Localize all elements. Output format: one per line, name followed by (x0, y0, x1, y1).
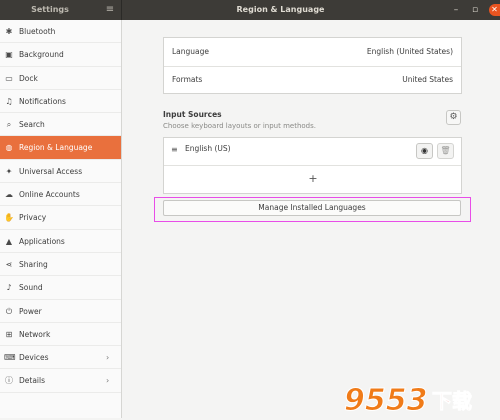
remove-source-button[interactable]: 🗑 (437, 143, 454, 159)
background-icon: ▣ (5, 50, 13, 60)
sidebar-item-network[interactable]: ⊞ Network (0, 323, 121, 347)
music-note-icon: ♪ (6, 283, 12, 293)
sidebar-item-background[interactable]: ▣ Background (0, 43, 121, 67)
sidebar-item-universal-access[interactable]: ✦ Universal Access (0, 160, 121, 184)
svg-text:下载: 下载 (432, 389, 472, 413)
maximize-icon[interactable]: ▫ (468, 3, 482, 17)
sidebar-item-label: Applications (19, 236, 65, 246)
dock-icon: ▭ (5, 73, 13, 83)
gear-icon: ⚙ (449, 112, 458, 122)
network-icon: ⊞ (5, 329, 13, 339)
sidebar-item-label: Power (19, 306, 42, 316)
sidebar-item-label: Details (19, 376, 46, 386)
sidebar-item-label: Notifications (19, 96, 66, 106)
language-label: Language (172, 47, 210, 56)
language-row[interactable]: Language English (United States) (164, 38, 461, 66)
svg-text:9553: 9553 (344, 383, 428, 418)
sidebar-item-online-accounts[interactable]: ☁ Online Accounts (0, 183, 121, 207)
add-input-source-button[interactable]: + (306, 172, 320, 186)
globe-icon: ◍ (5, 143, 13, 153)
sidebar-item-label: Bluetooth (19, 27, 56, 36)
eye-icon: ◉ (421, 146, 428, 155)
sidebar-item-label: Privacy (19, 213, 47, 223)
sidebar-item-label: Sharing (19, 259, 48, 269)
sidebar: ✱ Bluetooth ▣ Background ▭ Dock ♫ Notifi… (0, 20, 122, 418)
sidebar-item-label: Region & Language (19, 143, 93, 153)
input-sources-subtitle: Choose keyboard layouts or input methods… (163, 122, 316, 130)
formats-row[interactable]: Formats United States (164, 66, 461, 94)
input-sources-options-button[interactable]: ⚙ (446, 110, 461, 125)
sidebar-header: Settings ≡ (0, 0, 122, 20)
chevron-right-icon: › (106, 353, 110, 363)
sidebar-item-label: Sound (19, 283, 43, 293)
info-icon: ⓘ (5, 376, 13, 386)
sidebar-item-region-language[interactable]: ◍ Region & Language (0, 136, 121, 160)
sidebar-item-label: Search (19, 120, 45, 130)
trash-icon: 🗑 (440, 146, 451, 155)
sidebar-item-privacy[interactable]: ✋ Privacy (0, 206, 121, 230)
sidebar-item-sound[interactable]: ♪ Sound (0, 276, 121, 300)
power-icon: ⏻ (5, 306, 13, 316)
bell-icon: ♫ (5, 96, 13, 106)
chevron-right-icon: › (106, 376, 110, 386)
devices-icon: ⌨ (4, 353, 16, 363)
sidebar-item-label: Network (19, 329, 51, 339)
divider (164, 165, 461, 166)
sidebar-item-applications[interactable]: ▲ Applications (0, 230, 121, 253)
input-source-item[interactable]: English (US) (185, 144, 231, 153)
sidebar-item-label: Online Accounts (19, 190, 80, 200)
sidebar-item-label: Universal Access (19, 166, 83, 176)
close-icon[interactable]: ✕ (489, 4, 500, 16)
sidebar-item-label: Background (19, 50, 64, 60)
title-bar: Settings ≡ Region & Language – ▫ ✕ (0, 0, 500, 20)
drag-handle-icon[interactable]: ≡ (171, 145, 178, 154)
sidebar-item-power[interactable]: ⏻ Power (0, 300, 121, 323)
sidebar-item-sharing[interactable]: ⋖ Sharing (0, 253, 121, 277)
sidebar-item-notifications[interactable]: ♫ Notifications (0, 90, 121, 114)
share-icon: ⋖ (5, 259, 13, 269)
sidebar-item-bluetooth[interactable]: ✱ Bluetooth (0, 20, 121, 44)
accessibility-icon: ✦ (5, 166, 13, 176)
panel-title: Region & Language (236, 5, 325, 14)
hand-icon: ✋ (4, 213, 14, 223)
sidebar-item-label: Devices (19, 353, 49, 363)
bluetooth-icon: ✱ (5, 27, 13, 36)
formats-label: Formats (172, 75, 203, 84)
search-icon: ⌕ (6, 120, 12, 130)
hamburger-icon[interactable]: ≡ (103, 3, 117, 17)
input-sources-title: Input Sources (163, 110, 222, 119)
sidebar-item-dock[interactable]: ▭ Dock (0, 67, 121, 90)
manage-installed-languages-button[interactable]: Manage Installed Languages (163, 200, 461, 216)
applications-icon: ▲ (5, 236, 13, 246)
sidebar-item-label: Dock (19, 73, 38, 83)
cloud-icon: ☁ (5, 190, 13, 200)
preview-layout-button[interactable]: ◉ (416, 143, 433, 159)
minimize-icon[interactable]: – (449, 3, 463, 17)
settings-title: Settings (31, 5, 69, 14)
sidebar-item-details[interactable]: ⓘ Details › (0, 369, 121, 393)
sidebar-item-search[interactable]: ⌕ Search (0, 113, 121, 137)
language-value: English (United States) (366, 47, 453, 56)
sidebar-item-devices[interactable]: ⌨ Devices › (0, 346, 121, 370)
watermark-logo: 9553 下载 (340, 378, 500, 419)
language-formats-panel: Language English (United States) Formats… (163, 37, 462, 94)
formats-value: United States (402, 75, 453, 84)
